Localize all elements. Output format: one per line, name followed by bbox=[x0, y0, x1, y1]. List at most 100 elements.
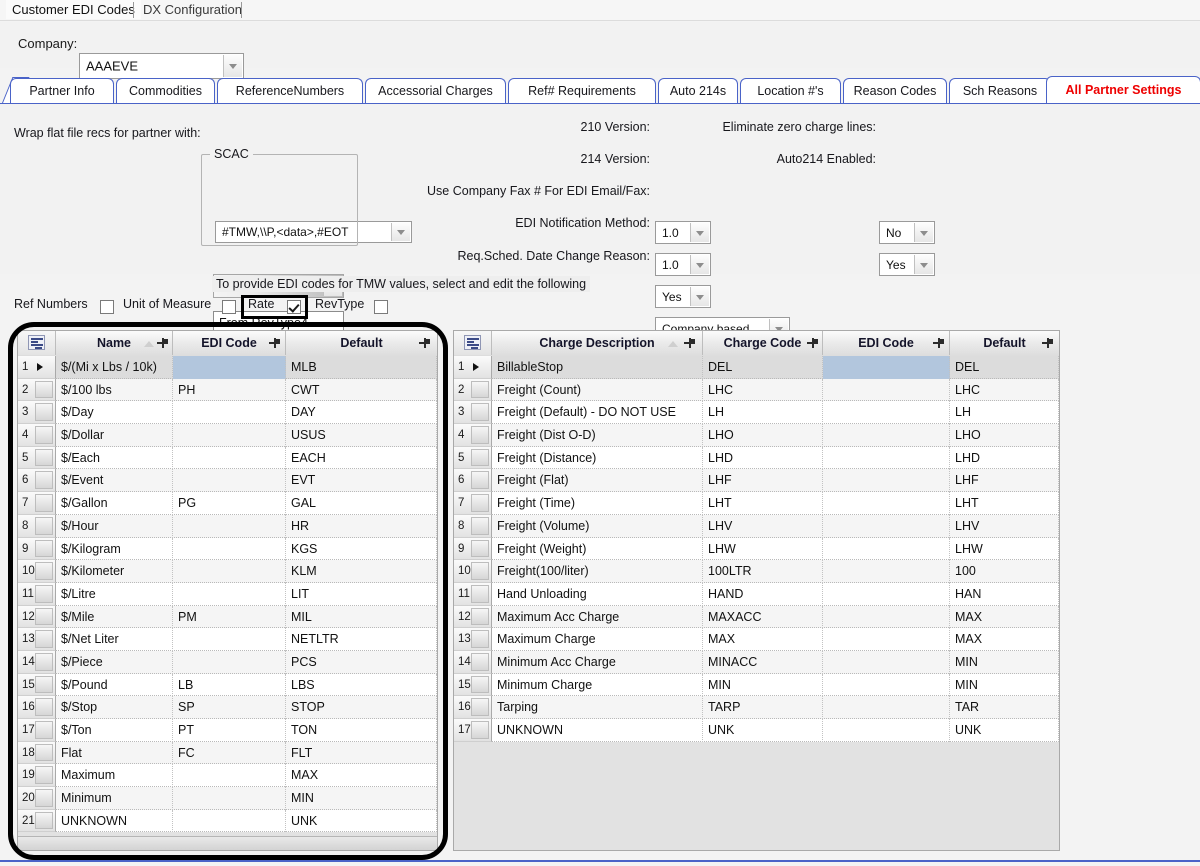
charge-grid-row[interactable]: 4 Freight (Dist O-D) LHO LHO bbox=[454, 424, 1059, 447]
cell-default[interactable]: LH bbox=[950, 401, 1059, 425]
version-214-select[interactable]: 1.0 bbox=[655, 253, 711, 276]
rate-grid-row[interactable]: 10 $/Kilometer KLM bbox=[18, 560, 437, 583]
cell-default[interactable]: HR bbox=[286, 514, 437, 538]
rate-grid-row[interactable]: 13 $/Net Liter NETLTR bbox=[18, 628, 437, 651]
cell-desc[interactable]: Freight (Distance) bbox=[492, 446, 703, 470]
charge-codes-grid[interactable]: Charge Description Charge Code EDI Code … bbox=[453, 330, 1060, 851]
cell-name[interactable]: Flat bbox=[56, 741, 173, 765]
cell-edi[interactable] bbox=[823, 650, 950, 674]
row-select-handle[interactable] bbox=[35, 675, 53, 694]
cell-default[interactable]: MIN bbox=[950, 673, 1059, 697]
row-header[interactable]: 16 bbox=[18, 696, 56, 719]
chevron-down-icon[interactable] bbox=[690, 255, 709, 274]
row-header[interactable]: 15 bbox=[18, 673, 56, 697]
charge-grid-row[interactable]: 9 Freight (Weight) LHW LHW bbox=[454, 537, 1059, 561]
row-select-handle[interactable] bbox=[35, 630, 53, 648]
rate-grid-row[interactable]: 18 Flat FC FLT bbox=[18, 741, 437, 765]
cell-code[interactable]: LHW bbox=[703, 537, 823, 561]
cell-name[interactable]: $/100 lbs bbox=[56, 378, 173, 402]
cell-code[interactable]: MIN bbox=[703, 673, 823, 697]
cell-default[interactable]: LHC bbox=[950, 378, 1059, 402]
charge-grid-row[interactable]: 11 Hand Unloading HAND HAN bbox=[454, 582, 1059, 606]
cell-name[interactable]: $/Each bbox=[56, 446, 173, 470]
cell-name[interactable]: $/Event bbox=[56, 469, 173, 493]
row-select-handle[interactable] bbox=[35, 721, 53, 739]
cell-default[interactable]: GAL bbox=[286, 492, 437, 515]
rate-grid-row[interactable]: 16 $/Stop SP STOP bbox=[18, 696, 437, 719]
filter-icon[interactable] bbox=[157, 338, 168, 348]
charge-grid-row[interactable]: 16 Tarping TARP TAR bbox=[454, 696, 1059, 719]
cell-name[interactable]: $/Net Liter bbox=[56, 628, 173, 651]
row-select-handle[interactable] bbox=[35, 811, 53, 830]
charge-grid-row[interactable]: 15 Minimum Charge MIN MIN bbox=[454, 673, 1059, 697]
cell-default[interactable]: LBS bbox=[286, 673, 437, 697]
row-header[interactable]: 20 bbox=[18, 787, 56, 810]
cell-default[interactable]: LHW bbox=[950, 537, 1059, 561]
row-header[interactable]: 6 bbox=[454, 469, 492, 493]
row-select-handle[interactable] bbox=[471, 539, 489, 558]
charge-grid-row[interactable]: 13 Maximum Charge MAX MAX bbox=[454, 628, 1059, 651]
cell-edi[interactable] bbox=[173, 787, 286, 810]
cell-default[interactable]: LHT bbox=[950, 492, 1059, 515]
cell-edi[interactable] bbox=[823, 446, 950, 470]
charge-grid-rows[interactable]: 1 BillableStop DEL DEL 2 Freight (Count) LHC LH… bbox=[454, 356, 1059, 850]
cell-edi[interactable] bbox=[173, 582, 286, 606]
row-select-handle[interactable] bbox=[471, 698, 489, 716]
row-header[interactable]: 9 bbox=[18, 537, 56, 561]
cell-edi[interactable] bbox=[823, 492, 950, 515]
cell-edi[interactable]: FC bbox=[173, 741, 286, 765]
tab-accessorial-charges[interactable]: Accessorial Charges bbox=[365, 78, 506, 103]
row-header[interactable]: 1 bbox=[18, 356, 56, 379]
cell-default[interactable]: EVT bbox=[286, 469, 437, 493]
row-select-handle[interactable] bbox=[471, 516, 489, 535]
row-header[interactable]: 19 bbox=[18, 764, 56, 788]
cell-name[interactable]: $/Gallon bbox=[56, 492, 173, 515]
cell-default[interactable]: EACH bbox=[286, 446, 437, 470]
cell-desc[interactable]: Freight (Dist O-D) bbox=[492, 424, 703, 447]
rate-grid-row[interactable]: 4 $/Dollar USUS bbox=[18, 424, 437, 447]
rate-grid-row[interactable]: 20 Minimum MIN bbox=[18, 787, 437, 810]
row-header[interactable]: 12 bbox=[18, 605, 56, 629]
cell-edi[interactable] bbox=[823, 673, 950, 697]
cell-name[interactable]: $/Ton bbox=[56, 719, 173, 742]
rate-grid-row[interactable]: 17 $/Ton PT TON bbox=[18, 719, 437, 742]
cell-edi[interactable]: SP bbox=[173, 696, 286, 719]
row-header[interactable]: 8 bbox=[454, 514, 492, 538]
row-select-handle[interactable] bbox=[471, 494, 489, 512]
charge-grid-row[interactable]: 3 Freight (Default) - DO NOT USE LH LH bbox=[454, 401, 1059, 425]
cell-desc[interactable]: Hand Unloading bbox=[492, 582, 703, 606]
filter-icon[interactable] bbox=[419, 338, 430, 348]
cell-default[interactable]: TON bbox=[286, 719, 437, 742]
rate-grid-row[interactable]: 19 Maximum MAX bbox=[18, 764, 437, 788]
row-select-handle[interactable] bbox=[35, 652, 53, 671]
column-header-charge-code[interactable]: Charge Code bbox=[703, 331, 823, 355]
checkbox-unit-of-measure[interactable] bbox=[222, 300, 236, 314]
row-header[interactable]: 8 bbox=[18, 514, 56, 538]
cell-default[interactable]: DEL bbox=[950, 356, 1059, 379]
cell-default[interactable]: LHO bbox=[950, 424, 1059, 447]
rate-grid-footer[interactable] bbox=[18, 836, 437, 850]
cell-default[interactable]: MIL bbox=[286, 605, 437, 629]
cell-code[interactable]: LH bbox=[703, 401, 823, 425]
column-header-default[interactable]: Default bbox=[950, 331, 1059, 355]
cell-desc[interactable]: Freight (Volume) bbox=[492, 514, 703, 538]
row-select-handle[interactable] bbox=[35, 584, 53, 603]
row-header[interactable]: 7 bbox=[18, 492, 56, 515]
row-select-handle[interactable] bbox=[471, 721, 489, 739]
cell-code[interactable]: HAND bbox=[703, 582, 823, 606]
cell-code[interactable]: LHO bbox=[703, 424, 823, 447]
cell-code[interactable]: TARP bbox=[703, 696, 823, 719]
cell-desc[interactable]: Minimum Charge bbox=[492, 673, 703, 697]
rate-grid-row[interactable]: 11 $/Litre LIT bbox=[18, 582, 437, 606]
row-select-handle[interactable] bbox=[35, 607, 53, 626]
cell-edi[interactable]: LB bbox=[173, 673, 286, 697]
row-header[interactable]: 5 bbox=[18, 446, 56, 470]
cell-default[interactable]: PCS bbox=[286, 650, 437, 674]
cell-default[interactable]: MAX bbox=[950, 628, 1059, 651]
charge-grid-row[interactable]: 6 Freight (Flat) LHF LHF bbox=[454, 469, 1059, 493]
cell-code[interactable]: LHT bbox=[703, 492, 823, 515]
row-header[interactable]: 6 bbox=[18, 469, 56, 493]
row-select-handle[interactable] bbox=[35, 766, 53, 785]
checkbox-revtype[interactable] bbox=[374, 300, 388, 314]
cell-default[interactable]: LIT bbox=[286, 582, 437, 606]
